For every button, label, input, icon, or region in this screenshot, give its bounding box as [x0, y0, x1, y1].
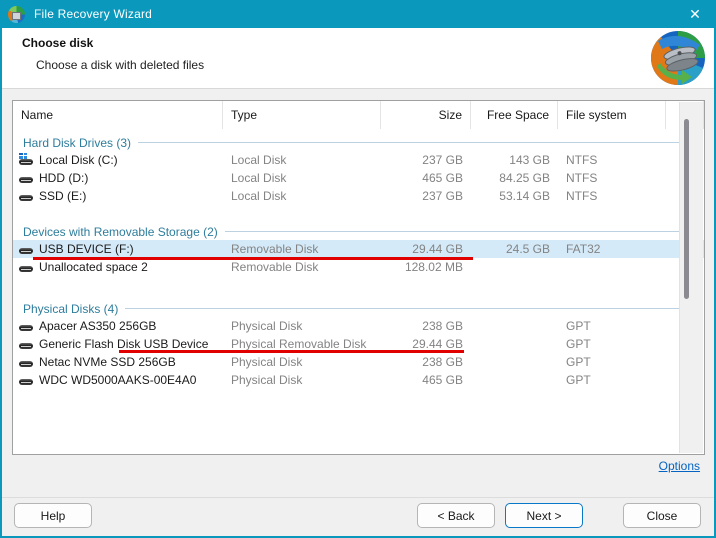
disk-type: Removable Disk	[231, 242, 319, 256]
disk-size: 237 GB	[422, 189, 463, 203]
disk-file-system: NTFS	[566, 171, 598, 185]
windows-disk-icon	[19, 153, 34, 167]
table-row-hdd-d[interactable]: HDD (D:) Local Disk 465 GB 84.25 GB NTFS	[13, 169, 704, 187]
close-button[interactable]: Close	[623, 503, 701, 528]
disk-file-system: NTFS	[566, 189, 598, 203]
disk-list: Name Type Size Free Space File system Ha…	[12, 100, 705, 455]
back-button[interactable]: < Back	[417, 503, 495, 528]
disk-type: Local Disk	[231, 189, 287, 203]
group-rule	[125, 308, 690, 309]
disk-size: 238 GB	[422, 319, 463, 333]
disk-type: Local Disk	[231, 171, 287, 185]
table-row-unallocated-space-2[interactable]: Unallocated space 2 Removable Disk 128.0…	[13, 258, 704, 276]
disk-file-system: GPT	[566, 373, 591, 387]
disk-free-space: 53.14 GB	[499, 189, 550, 203]
disk-icon	[19, 319, 34, 333]
group-physical-disks: Physical Disks (4)	[13, 300, 704, 317]
disk-size: 237 GB	[422, 153, 463, 167]
annotation-underline-usb-device	[33, 257, 473, 260]
disk-icon	[19, 337, 34, 351]
disk-size: 29.44 GB	[412, 337, 463, 351]
options-link[interactable]: Options	[659, 459, 700, 473]
disk-type: Removable Disk	[231, 260, 319, 274]
table-row-usb-device-f[interactable]: USB DEVICE (F:) Removable Disk 29.44 GB …	[13, 240, 704, 258]
next-button[interactable]: Next >	[505, 503, 583, 528]
group-removable-storage: Devices with Removable Storage (2)	[13, 223, 704, 240]
disk-type: Physical Disk	[231, 355, 303, 369]
app-icon	[8, 5, 25, 23]
disk-size: 29.44 GB	[412, 242, 463, 256]
disk-icon	[19, 171, 34, 185]
disk-type: Physical Removable Disk	[231, 337, 367, 351]
table-row-netac-nvme[interactable]: Netac NVMe SSD 256GB Physical Disk 238 G…	[13, 353, 704, 371]
app-logo-icon	[651, 31, 705, 85]
disk-free-space: 24.5 GB	[505, 242, 550, 256]
disk-name: HDD (D:)	[39, 171, 89, 185]
column-header-free-space[interactable]: Free Space	[471, 101, 558, 129]
scrollbar-thumb[interactable]	[684, 119, 689, 299]
disk-name: Local Disk (C:)	[39, 153, 118, 167]
disk-icon	[19, 242, 34, 256]
disk-name: USB DEVICE (F:)	[39, 242, 134, 256]
disk-file-system: GPT	[566, 319, 591, 333]
disk-name: Generic Flash Disk USB Device	[39, 337, 209, 351]
wizard-step-header: Choose disk Choose a disk with deleted f…	[2, 28, 714, 89]
disk-free-space: 143 GB	[509, 153, 550, 167]
annotation-underline-generic-flash	[119, 350, 464, 353]
disk-name: SSD (E:)	[39, 189, 87, 203]
disk-size: 465 GB	[422, 171, 463, 185]
table-row-wdc-wd5000[interactable]: WDC WD5000AAKS-00E4A0 Physical Disk 465 …	[13, 371, 704, 389]
disk-file-system: NTFS	[566, 153, 598, 167]
disk-icon	[19, 373, 34, 387]
disk-icon	[19, 189, 34, 203]
column-header-file-system[interactable]: File system	[558, 101, 666, 129]
page-title: Choose disk	[22, 36, 94, 50]
disk-name: Netac NVMe SSD 256GB	[39, 355, 176, 369]
table-row-apacer-as350[interactable]: Apacer AS350 256GB Physical Disk 238 GB …	[13, 317, 704, 335]
group-label: Hard Disk Drives (3)	[23, 135, 132, 150]
disk-free-space: 84.25 GB	[499, 171, 550, 185]
disk-size: 238 GB	[422, 355, 463, 369]
group-label: Physical Disks (4)	[23, 301, 119, 316]
column-header-type[interactable]: Type	[223, 101, 381, 129]
disk-type: Local Disk	[231, 153, 287, 167]
window-title: File Recovery Wizard	[34, 7, 153, 21]
group-label: Devices with Removable Storage (2)	[23, 224, 218, 239]
help-button[interactable]: Help	[14, 503, 92, 528]
disk-file-system: FAT32	[566, 242, 601, 256]
disk-size: 128.02 MB	[404, 260, 463, 274]
close-icon[interactable]: ✕	[678, 0, 712, 28]
group-hard-disk-drives: Hard Disk Drives (3)	[13, 134, 704, 151]
title-bar: File Recovery Wizard ✕	[0, 0, 716, 28]
column-header-name[interactable]: Name	[13, 101, 223, 129]
vertical-scrollbar[interactable]	[679, 102, 703, 453]
disk-size: 465 GB	[422, 373, 463, 387]
group-rule	[224, 231, 690, 232]
disk-list-header: Name Type Size Free Space File system	[13, 101, 704, 129]
disk-file-system: GPT	[566, 337, 591, 351]
group-rule	[138, 142, 690, 143]
disk-icon	[19, 355, 34, 369]
footer-divider	[2, 497, 714, 498]
page-subtitle: Choose a disk with deleted files	[36, 58, 205, 72]
disk-icon	[19, 260, 34, 274]
file-recovery-wizard-window: File Recovery Wizard ✕ Choose disk Choos…	[0, 0, 716, 538]
disk-type: Physical Disk	[231, 373, 303, 387]
windows-logo-icon	[19, 153, 27, 159]
table-row-local-disk-c[interactable]: Local Disk (C:) Local Disk 237 GB 143 GB…	[13, 151, 704, 169]
disk-name: Unallocated space 2	[39, 260, 148, 274]
column-header-size[interactable]: Size	[381, 101, 471, 129]
table-row-ssd-e[interactable]: SSD (E:) Local Disk 237 GB 53.14 GB NTFS	[13, 187, 704, 205]
disk-file-system: GPT	[566, 355, 591, 369]
disk-name: WDC WD5000AAKS-00E4A0	[39, 373, 197, 387]
disk-name: Apacer AS350 256GB	[39, 319, 157, 333]
disk-type: Physical Disk	[231, 319, 303, 333]
